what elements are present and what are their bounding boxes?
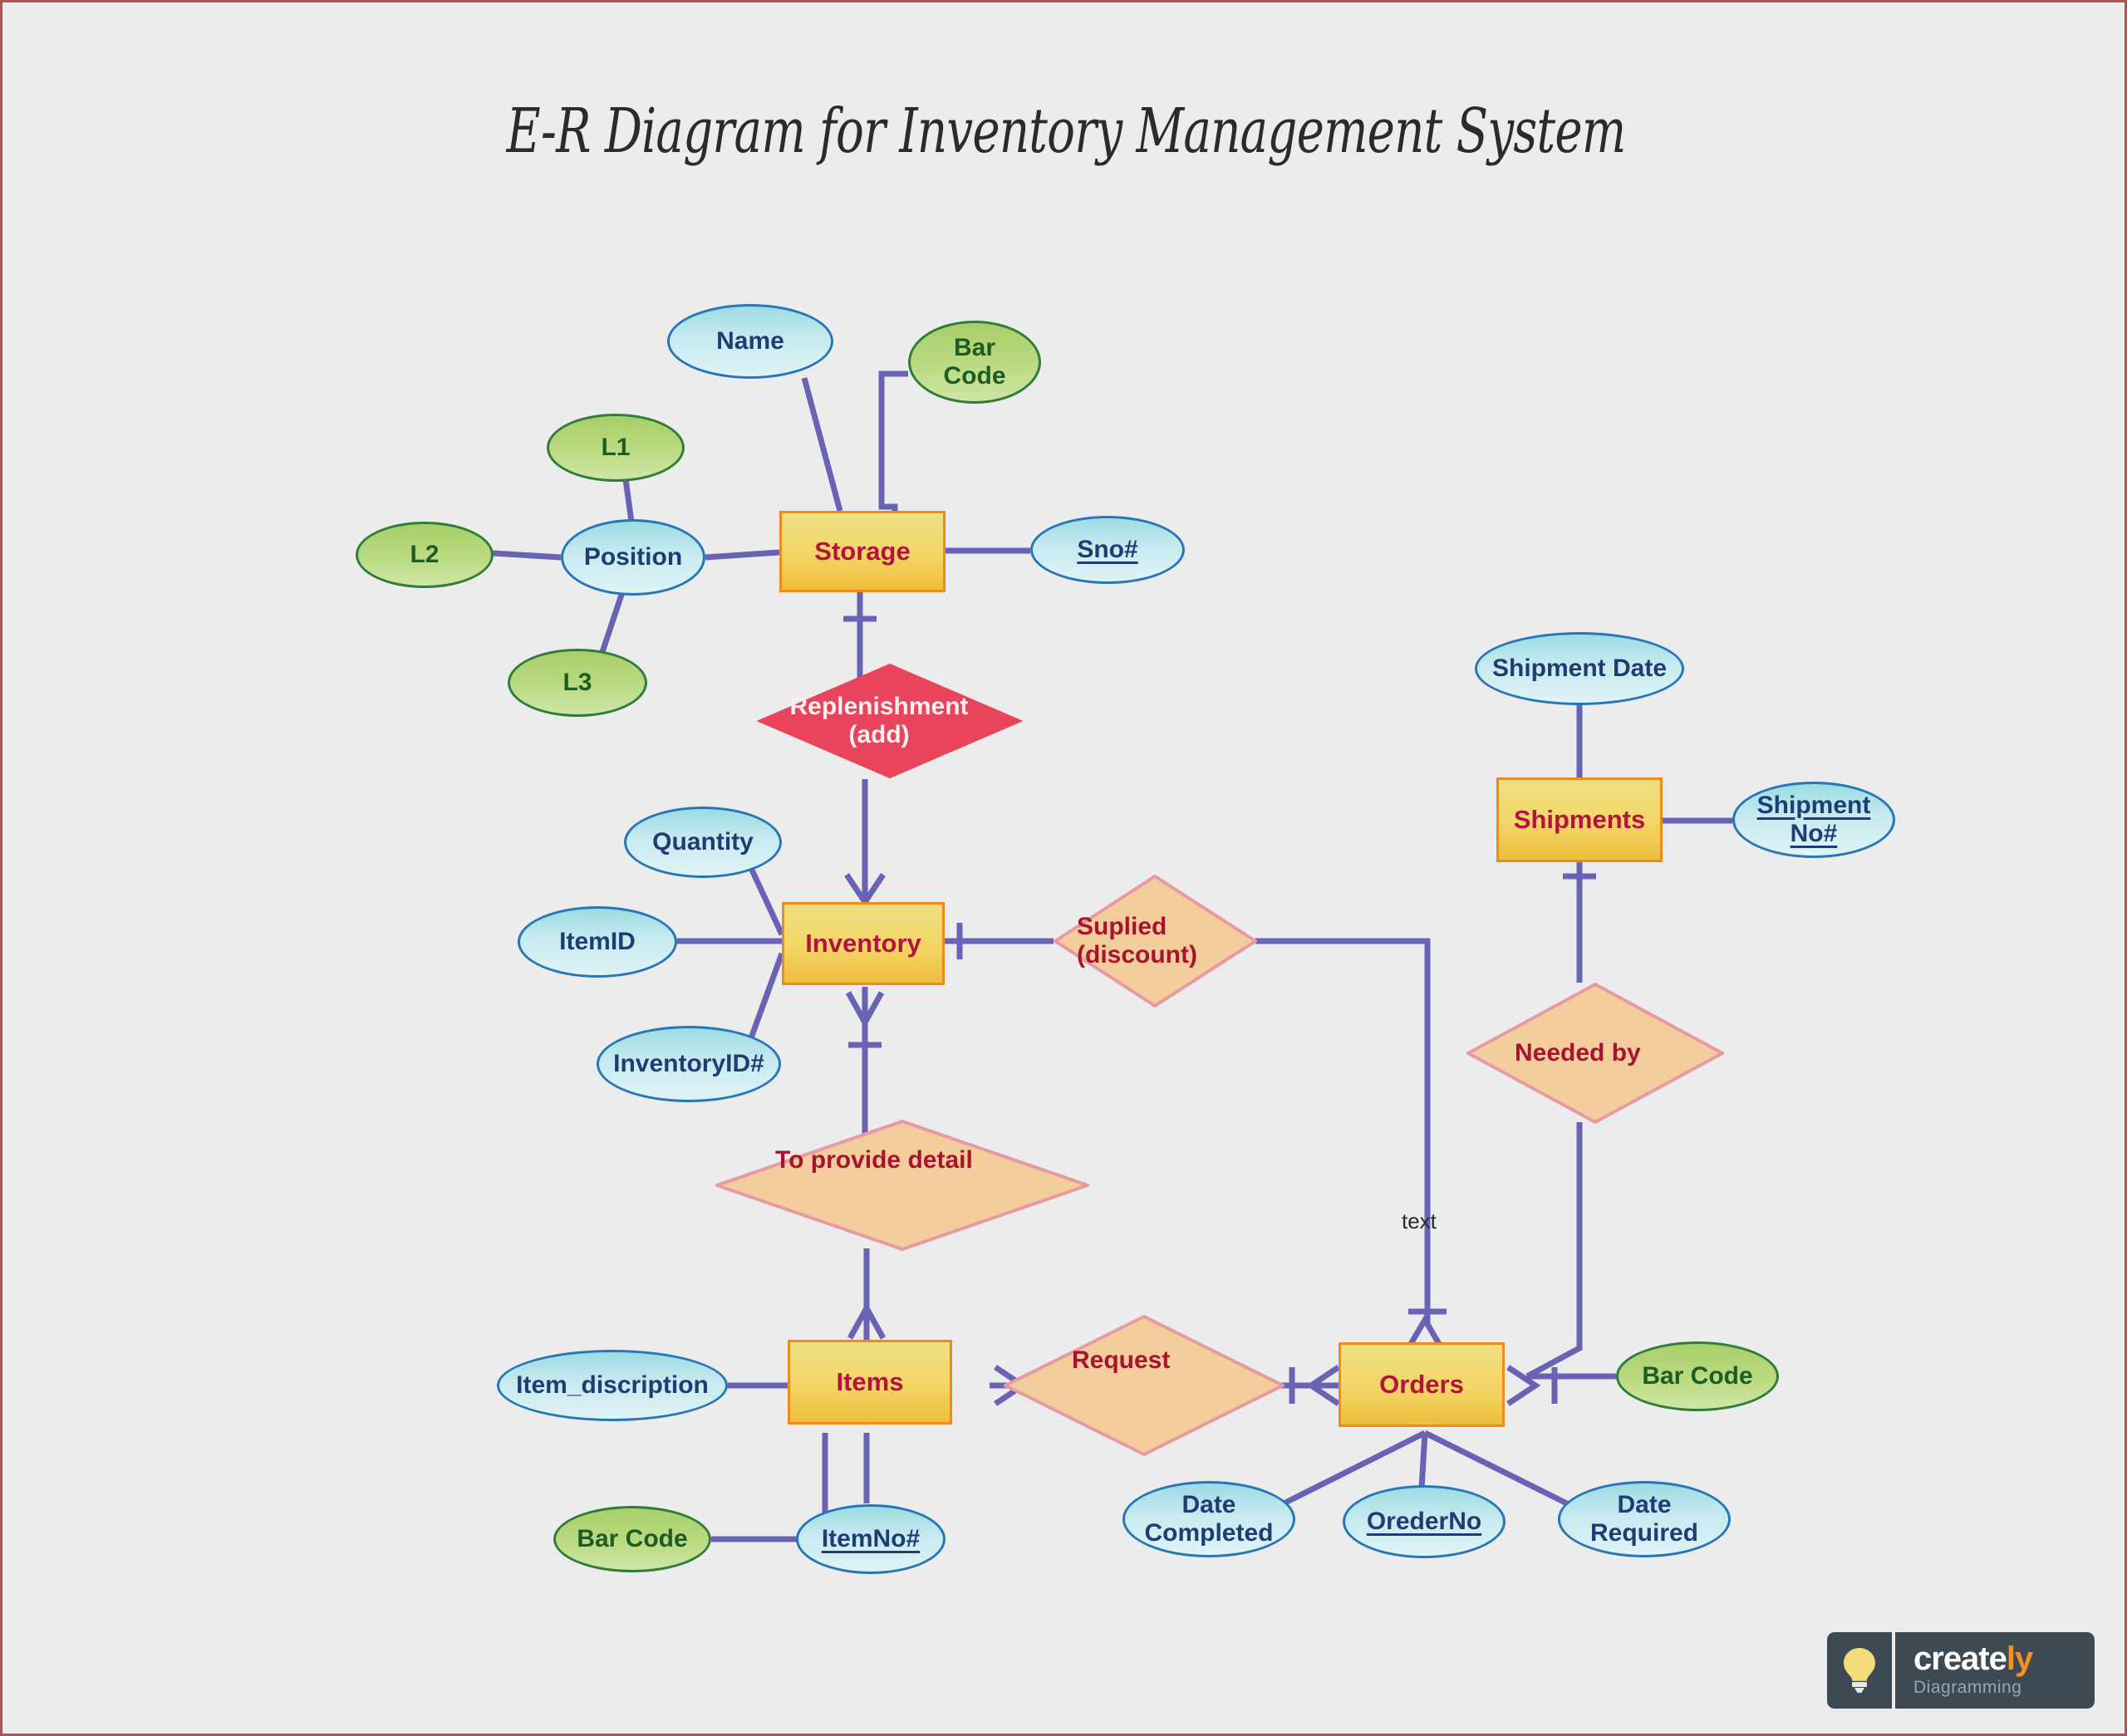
edge-inventoryid-inventory — [745, 952, 785, 1047]
attribute-label: ItemNo# — [821, 1525, 921, 1553]
attribute-shipment-no[interactable]: Shipment No# — [1732, 782, 1895, 858]
attribute-l2[interactable]: L2 — [356, 522, 494, 588]
relationship-label-wrap: To provide detail — [715, 1120, 1089, 1251]
attribute-date-required[interactable]: Date Required — [1558, 1481, 1731, 1557]
attribute-itemid[interactable]: ItemID — [518, 906, 677, 978]
relationship-label-wrap: Suplied (discount) — [1054, 875, 1257, 1008]
entity-storage[interactable]: Storage — [779, 511, 946, 592]
creately-watermark: creately Diagramming — [1827, 1632, 2095, 1709]
brand-subtitle: Diagramming — [1913, 1678, 2022, 1698]
attribute-label: OrederNo — [1366, 1508, 1482, 1536]
attribute-label: Bar Code — [943, 334, 1006, 390]
attribute-label: Position — [583, 543, 683, 571]
brand-name: creately — [1913, 1642, 2095, 1675]
badge-wordmark: creately Diagramming — [1895, 1632, 2095, 1709]
relationship-request[interactable]: Request — [1004, 1315, 1285, 1456]
brand-name-accent: ly — [2006, 1640, 2033, 1678]
attribute-label: L1 — [601, 434, 631, 462]
attribute-position[interactable]: Position — [561, 519, 705, 596]
attribute-label: Date Required — [1589, 1491, 1699, 1547]
attribute-quantity[interactable]: Quantity — [624, 807, 782, 878]
attribute-orderno[interactable]: OrederNo — [1343, 1485, 1506, 1558]
entity-inventory[interactable]: Inventory — [782, 902, 945, 985]
attribute-label: Name — [716, 327, 784, 356]
relationship-label-wrap: Replenishment (add) — [757, 663, 1023, 779]
entity-label: Items — [836, 1366, 904, 1396]
attribute-shipment-date[interactable]: Shipment Date — [1475, 632, 1684, 705]
edge-position-storage — [705, 549, 780, 561]
diagram-page: E-R Diagram for Inventory Management Sys… — [0, 0, 2127, 1736]
brand-name-main: creat — [1913, 1640, 1990, 1678]
attribute-l1[interactable]: L1 — [547, 414, 685, 482]
edge-neededby-orders — [1525, 1122, 1583, 1380]
edge-suplied-orders — [1255, 938, 1431, 1323]
attribute-label: Shipment No# — [1756, 792, 1871, 847]
relationship-suplied[interactable]: Suplied (discount) — [1054, 875, 1257, 1008]
attribute-l3[interactable]: L3 — [508, 649, 647, 717]
attribute-label: Quantity — [652, 828, 754, 856]
brand-name-e: e — [1988, 1640, 2007, 1678]
relationship-to-provide-detail[interactable]: To provide detail — [715, 1120, 1089, 1251]
edge-barcode-storage — [878, 370, 908, 511]
connector-layer — [492, 370, 1732, 1542]
attribute-label: Item_discription — [516, 1371, 709, 1400]
relationship-needed-by[interactable]: Needed by — [1466, 983, 1724, 1124]
attribute-item-discription[interactable]: Item_discription — [497, 1350, 728, 1421]
lightbulb-glyph — [1844, 1648, 1875, 1693]
relationship-label: To provide detail — [775, 1146, 973, 1174]
edge-l2-position — [492, 550, 562, 561]
attribute-sno[interactable]: Sno# — [1030, 516, 1185, 584]
relationship-label-wrap: Request — [1004, 1315, 1285, 1456]
attribute-date-completed[interactable]: Date Completed — [1122, 1481, 1295, 1557]
relationship-label-wrap: Needed by — [1466, 983, 1724, 1124]
attribute-bar-code-storage[interactable]: Bar Code — [908, 321, 1041, 404]
attribute-label: Shipment Date — [1491, 655, 1668, 683]
annotation-label: text — [1402, 1209, 1437, 1233]
lightbulb-icon — [1827, 1632, 1892, 1709]
relationship-label: Needed by — [1515, 1038, 1641, 1067]
attribute-label: Bar Code — [577, 1525, 688, 1553]
relationship-label: Suplied (discount) — [1077, 912, 1197, 969]
annotation-text[interactable]: text — [1402, 1209, 1437, 1234]
entity-label: Shipments — [1513, 804, 1646, 834]
attribute-inventoryid[interactable]: InventoryID# — [597, 1026, 781, 1102]
edge-name-storage — [801, 377, 843, 512]
attribute-itemno[interactable]: ItemNo# — [796, 1504, 946, 1574]
attribute-name[interactable]: Name — [667, 304, 833, 379]
entity-label: Orders — [1379, 1369, 1464, 1399]
diagram-canvas: Name Bar Code Sno# Position L1 L2 L3 Qua… — [2, 2, 2125, 1734]
attribute-label: Bar Code — [1642, 1362, 1753, 1390]
attribute-label: Date Completed — [1144, 1491, 1274, 1547]
attribute-label: L2 — [410, 541, 440, 569]
entity-label: Storage — [814, 536, 911, 566]
attribute-label: L3 — [562, 669, 592, 697]
entity-shipments[interactable]: Shipments — [1496, 777, 1663, 862]
attribute-label: ItemID — [559, 928, 636, 956]
relationship-replenishment[interactable]: Replenishment (add) — [757, 663, 1023, 779]
entity-label: Inventory — [805, 928, 921, 958]
attribute-label: InventoryID# — [613, 1050, 764, 1078]
relationship-label: Replenishment (add) — [789, 692, 969, 749]
attribute-bar-code-orders[interactable]: Bar Code — [1616, 1341, 1779, 1411]
entity-items[interactable]: Items — [788, 1340, 952, 1425]
relationship-label: Request — [1072, 1346, 1171, 1374]
attribute-bar-code-items[interactable]: Bar Code — [553, 1506, 711, 1572]
attribute-label: Sno# — [1077, 536, 1138, 564]
entity-orders[interactable]: Orders — [1339, 1342, 1505, 1427]
